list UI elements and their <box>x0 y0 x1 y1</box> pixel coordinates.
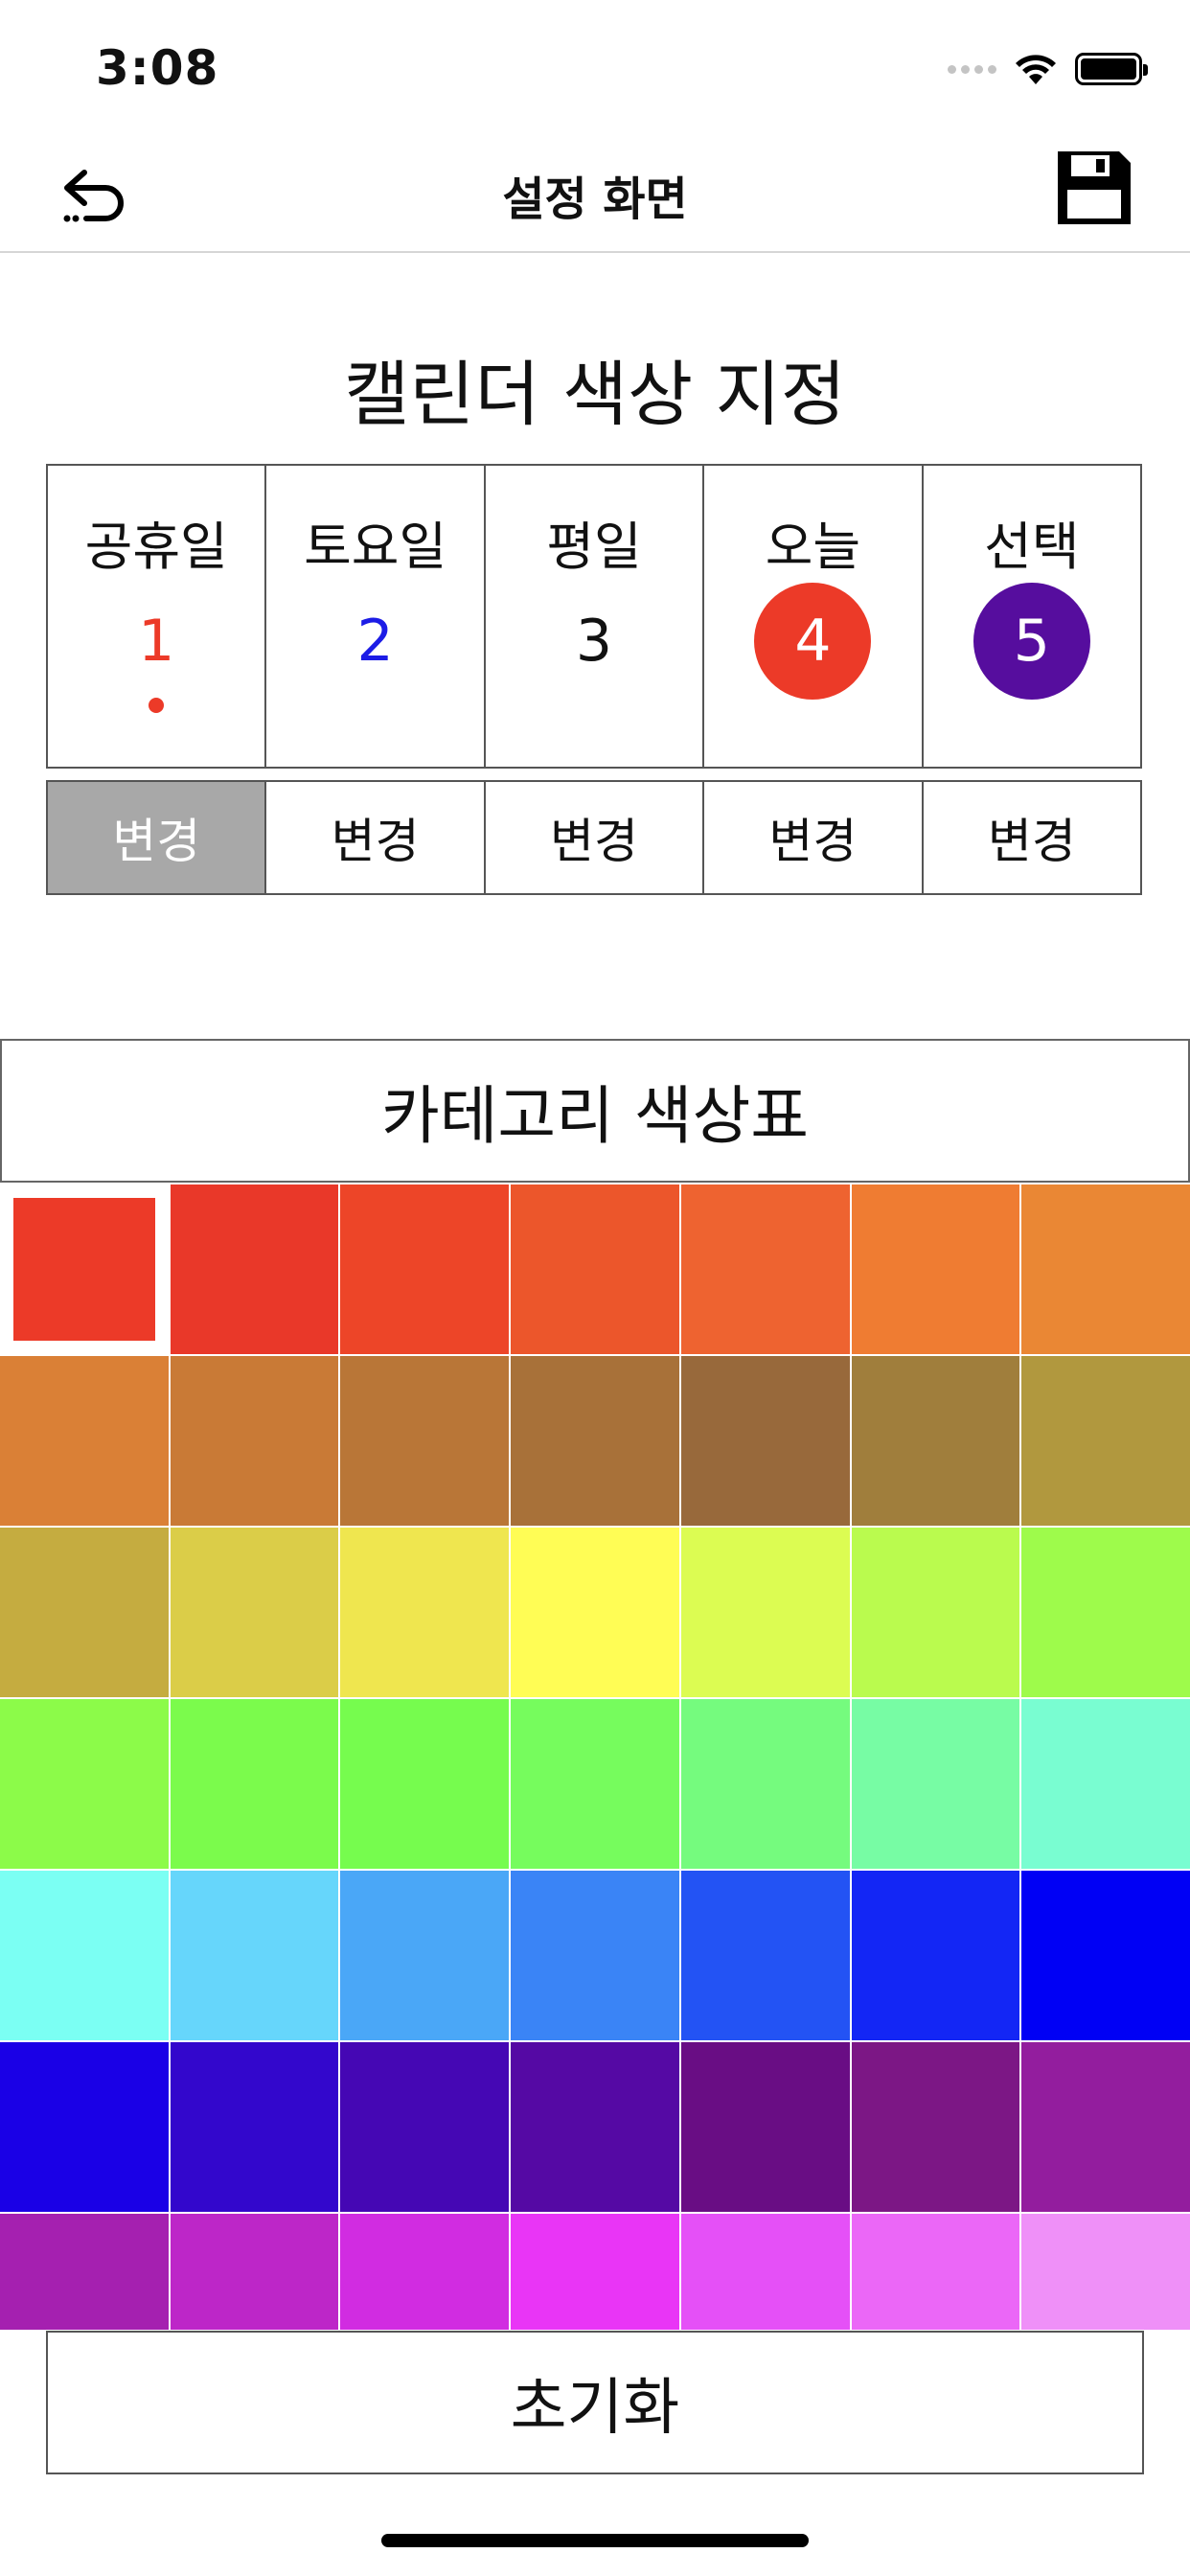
color-swatch[interactable] <box>511 1699 679 1869</box>
color-swatch[interactable] <box>851 2042 1020 2212</box>
color-swatch[interactable] <box>340 2214 510 2330</box>
color-swatch[interactable] <box>680 1871 850 2040</box>
color-swatch[interactable] <box>170 1528 339 1697</box>
color-swatch[interactable] <box>170 1871 339 2040</box>
change-button-row: 변경 변경 변경 변경 변경 <box>46 780 1143 895</box>
color-swatch[interactable] <box>0 1184 169 1354</box>
color-swatch[interactable] <box>340 1528 510 1697</box>
day-type-cell: 공휴일 1 <box>48 464 267 769</box>
change-button[interactable]: 변경 <box>485 780 705 895</box>
day-type-label: 평일 <box>546 517 642 577</box>
day-type-label: 오늘 <box>765 517 861 577</box>
color-swatch[interactable] <box>680 1184 850 1354</box>
day-type-cell: 오늘 4 <box>704 464 924 769</box>
color-swatch[interactable] <box>511 2042 679 2212</box>
status-icons <box>948 50 1148 88</box>
change-button[interactable]: 변경 <box>266 780 486 895</box>
floppy-disk-icon[interactable] <box>1054 148 1134 228</box>
color-swatch[interactable] <box>851 1528 1020 1697</box>
category-palette-title: 카테고리 색상표 <box>0 1039 1190 1183</box>
day-type-sample-number: 3 <box>575 608 613 675</box>
color-swatch[interactable] <box>511 1871 679 2040</box>
color-swatch[interactable] <box>511 1184 679 1354</box>
color-swatch[interactable] <box>0 1699 169 1869</box>
color-palette <box>0 1184 1190 2330</box>
color-swatch[interactable] <box>170 2214 339 2330</box>
home-indicator <box>381 2534 809 2547</box>
color-swatch[interactable] <box>340 1184 510 1354</box>
color-swatch[interactable] <box>1021 2042 1190 2212</box>
page-title: 설정 화면 <box>502 172 688 226</box>
color-swatch[interactable] <box>170 2042 339 2212</box>
color-swatch[interactable] <box>1021 2214 1190 2330</box>
holiday-dot <box>149 698 165 713</box>
color-swatch[interactable] <box>851 2214 1020 2330</box>
cellular-signal-icon <box>948 64 996 74</box>
color-swatch[interactable] <box>0 1528 169 1697</box>
day-type-sample-number: 1 <box>138 608 175 675</box>
color-swatch[interactable] <box>1021 1184 1190 1354</box>
day-type-row: 공휴일 1 토요일 2 평일 3 오늘 4 선택 5 <box>46 464 1143 769</box>
day-type-label: 공휴일 <box>84 517 228 577</box>
color-swatch[interactable] <box>170 1699 339 1869</box>
change-button[interactable]: 변경 <box>704 780 924 895</box>
color-swatch[interactable] <box>1021 1356 1190 1526</box>
day-type-label: 토요일 <box>304 517 447 577</box>
day-type-sample-number: 2 <box>356 608 394 675</box>
color-swatch[interactable] <box>340 1356 510 1526</box>
color-swatch[interactable] <box>680 1356 850 1526</box>
day-type-sample-number: 4 <box>754 583 872 700</box>
color-swatch[interactable] <box>851 1184 1020 1354</box>
color-swatch[interactable] <box>1021 1528 1190 1697</box>
color-swatch[interactable] <box>340 1871 510 2040</box>
color-swatch[interactable] <box>0 2214 169 2330</box>
color-swatch[interactable] <box>170 1184 339 1354</box>
color-swatch[interactable] <box>511 2214 679 2330</box>
day-type-cell: 선택 5 <box>923 464 1143 769</box>
calendar-color-title: 캘린더 색상 지정 <box>344 354 846 436</box>
color-swatch[interactable] <box>170 1356 339 1526</box>
color-swatch[interactable] <box>680 2214 850 2330</box>
color-swatch[interactable] <box>511 1528 679 1697</box>
color-swatch[interactable] <box>340 1699 510 1869</box>
day-type-cell: 토요일 2 <box>266 464 486 769</box>
status-time: 3:08 <box>96 40 219 96</box>
navigation-bar: 설정 화면 <box>0 134 1190 253</box>
reset-button[interactable]: 초기화 <box>46 2331 1144 2474</box>
color-swatch[interactable] <box>1021 1699 1190 1869</box>
color-swatch[interactable] <box>0 2042 169 2212</box>
color-swatch[interactable] <box>680 2042 850 2212</box>
battery-icon <box>1075 53 1148 85</box>
color-swatch[interactable] <box>0 1356 169 1526</box>
color-swatch[interactable] <box>851 1356 1020 1526</box>
day-type-label: 선택 <box>984 517 1080 577</box>
change-button[interactable]: 변경 <box>923 780 1143 895</box>
color-swatch[interactable] <box>511 1356 679 1526</box>
color-swatch[interactable] <box>851 1871 1020 2040</box>
day-type-cell: 평일 3 <box>485 464 705 769</box>
day-type-sample-number: 5 <box>973 583 1090 700</box>
color-swatch[interactable] <box>1021 1871 1190 2040</box>
color-swatch[interactable] <box>851 1699 1020 1869</box>
color-swatch[interactable] <box>340 2042 510 2212</box>
color-swatch[interactable] <box>0 1871 169 2040</box>
color-swatch[interactable] <box>680 1699 850 1869</box>
color-swatch[interactable] <box>680 1528 850 1697</box>
settings-screen: 3:08 설정 화면 캘린더 색상 지정 공휴일 1 토요일 2 평일 3 오늘… <box>0 0 1190 2576</box>
wifi-icon <box>1016 55 1056 84</box>
change-button[interactable]: 변경 <box>48 780 267 895</box>
